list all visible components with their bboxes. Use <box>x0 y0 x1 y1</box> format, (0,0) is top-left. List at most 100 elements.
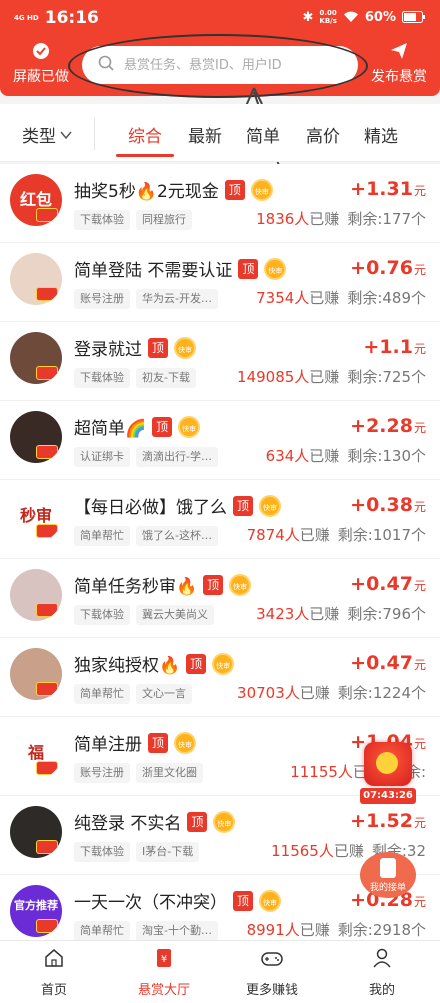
home-icon <box>10 947 98 973</box>
chevron-down-icon <box>60 125 72 145</box>
remaining-count: 剩余:177个 <box>347 210 426 228</box>
fast-review-badge: 快审 <box>213 810 236 833</box>
tab-high-price[interactable]: 高价 <box>306 122 340 147</box>
task-reward: +0.76元 <box>350 257 426 279</box>
network-indicator: 4G HD <box>14 14 39 22</box>
task-row[interactable]: 超简单🌈 顶快审 +2.28元 认证绑卡 滴滴出行-学… 634人已赚 剩余:130个 <box>0 401 440 480</box>
tab-featured[interactable]: 精选 <box>364 122 398 147</box>
top-pin-badge: 顶 <box>203 574 224 595</box>
avatar-badge-icon <box>36 208 58 222</box>
task-avatar <box>10 332 62 384</box>
task-title: 登录就过 <box>74 340 142 360</box>
profile-icon <box>338 947 426 973</box>
my-orders-label: 我的接单 <box>369 883 406 893</box>
task-title-line: 一天一次（不冲突） 顶快审 <box>74 888 281 913</box>
task-tag: 下载体验 <box>74 368 130 388</box>
tab-simple[interactable]: 简单 <box>246 122 280 147</box>
reward-amount: +1.1 <box>363 336 413 358</box>
avatar-text: 秒审 <box>19 506 52 525</box>
earned-suffix: 已赚 <box>299 684 330 702</box>
search-bar[interactable] <box>82 46 358 84</box>
task-tag: I茅台-下载 <box>136 842 200 862</box>
battery-percent: 60% <box>364 9 396 25</box>
task-tags: 简单帮忙 淘宝-十个勤… <box>74 921 218 940</box>
task-row[interactable]: 独家纯授权🔥 顶快审 +0.47元 简单帮忙 文心一言 30703人已赚 剩余:1224个 <box>0 638 440 717</box>
avatar-badge-icon <box>36 366 58 380</box>
remaining-count: 剩余:489个 <box>347 289 426 307</box>
task-row[interactable]: 简单任务秒审🔥 顶快审 +0.47元 下载体验 冀云大美尚义 3423人已赚 剩余:796个 <box>0 559 440 638</box>
task-tag: 账号注册 <box>74 763 130 783</box>
fast-review-badge: 快审 <box>229 573 252 596</box>
earned-suffix: 已赚 <box>299 921 330 939</box>
task-reward: +1.1元 <box>363 336 426 358</box>
task-tag: 文心一言 <box>136 684 192 704</box>
task-stats: 8991人已赚 剩余:2918个 <box>247 919 426 940</box>
avatar-text: 红包 <box>19 190 52 209</box>
tab-latest[interactable]: 最新 <box>188 122 222 147</box>
task-row[interactable]: 红包 抽奖5秒🔥2元现金顶快审 +1.31元 下载体验 同程旅行 1836人已赚 剩余:17… <box>0 164 440 243</box>
task-tag: 淘宝-十个勤… <box>136 921 218 940</box>
publish-reward-button[interactable]: 发布悬赏 <box>368 42 430 86</box>
earned-suffix: 已赚 <box>333 842 364 860</box>
task-avatar <box>10 253 62 305</box>
tab-comprehensive[interactable]: 综合 <box>128 122 162 147</box>
task-title: 一天一次（不冲突） <box>74 893 227 913</box>
earned-count: 149085人 <box>237 368 310 386</box>
nav-profile[interactable]: 我的 <box>338 947 426 998</box>
task-row[interactable]: 登录就过顶快审 +1.1元 下载体验 初友-下载 149085人已赚 剩余:725个 <box>0 322 440 401</box>
nav-more-earn[interactable]: 更多赚钱 <box>228 947 316 998</box>
avatar-text: 福 <box>27 743 44 762</box>
task-row[interactable]: 秒审 【每日必做】饿了么顶快审 +0.38元 简单帮忙 饿了么-这杯… 7874人已赚 剩余… <box>0 480 440 559</box>
reward-unit: 元 <box>413 421 426 435</box>
earned-suffix: 已赚 <box>309 605 340 623</box>
bluetooth-icon: ✱ <box>302 9 314 25</box>
task-stats: 7874人已赚 剩余:1017个 <box>247 524 426 545</box>
task-reward: +0.47元 <box>350 652 426 674</box>
task-tags: 账号注册 华为云-开发… <box>74 289 218 309</box>
type-filter-label: 类型 <box>22 127 56 147</box>
task-stats: 3423人已赚 剩余:796个 <box>256 603 426 624</box>
remaining-count: 剩余:1017个 <box>337 526 426 544</box>
top-pin-badge: 顶 <box>187 811 208 832</box>
filter-bar: 类型 综合 最新 简单 高价 精选 <box>0 104 440 162</box>
status-bar: 4G HD 16:16 ✱ 0.00 KB/s 60% <box>0 0 440 36</box>
coin-icon <box>376 752 398 774</box>
remaining-count: 剩余:725个 <box>347 368 426 386</box>
task-tags: 账号注册 浙里文化圈 <box>74 763 203 783</box>
search-input[interactable] <box>124 57 334 73</box>
task-tag: 华为云-开发… <box>136 289 218 309</box>
reward-unit: 元 <box>413 184 426 198</box>
task-tag: 下载体验 <box>74 842 130 862</box>
reward-amount: +0.38 <box>350 494 413 516</box>
task-title: 简单登陆 不需要认证 <box>74 261 233 281</box>
fast-review-badge: 快审 <box>174 336 196 359</box>
task-tags: 下载体验 初友-下载 <box>74 368 196 388</box>
avatar-badge-icon <box>36 840 58 854</box>
task-stats: 7354人已赚 剩余:489个 <box>256 287 426 308</box>
paper-plane-icon <box>368 42 430 64</box>
earned-suffix: 已赚 <box>309 289 340 307</box>
nav-home[interactable]: 首页 <box>10 947 98 998</box>
earned-suffix: 已赚 <box>309 368 340 386</box>
task-row[interactable]: 简单登陆 不需要认证顶快审 +0.76元 账号注册 华为云-开发… 7354人已赚 剩余:… <box>0 243 440 322</box>
task-reward: +1.52元 <box>350 810 426 832</box>
task-stats: 30703人已赚 剩余:1224个 <box>237 682 426 703</box>
publish-reward-label: 发布悬赏 <box>371 69 427 85</box>
earned-suffix: 已赚 <box>299 526 330 544</box>
type-filter-dropdown[interactable]: 类型 <box>22 122 72 147</box>
task-title: 【每日必做】饿了么 <box>74 498 227 518</box>
reward-amount: +1.31 <box>350 178 413 200</box>
task-title-line: 超简单🌈 顶快审 <box>74 414 201 439</box>
nav-reward-hall[interactable]: ¥ 悬赏大厅 <box>120 947 208 998</box>
task-title-line: 简单任务秒审🔥 顶快审 <box>74 572 252 597</box>
top-pin-badge: 顶 <box>224 179 245 200</box>
task-tag: 下载体验 <box>74 210 130 230</box>
task-tags: 简单帮忙 文心一言 <box>74 684 192 704</box>
block-completed-button[interactable]: 屏蔽已做 <box>8 42 74 86</box>
avatar-badge-icon <box>36 919 58 933</box>
my-orders-float-button[interactable]: 我的接单 <box>360 852 416 898</box>
task-title-line: 纯登录 不实名顶快审 <box>74 809 236 834</box>
filter-divider <box>94 118 95 150</box>
network-speed: 0.00 KB/s <box>319 9 337 25</box>
reward-unit: 元 <box>413 895 426 909</box>
